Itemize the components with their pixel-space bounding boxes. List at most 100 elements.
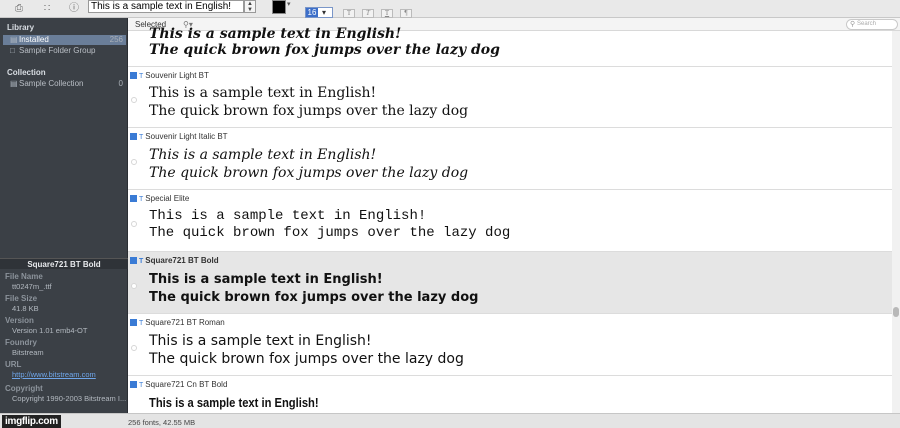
font-info-title: Square721 BT Bold (0, 258, 128, 269)
sample-line-1: This is a sample text in English! (149, 26, 402, 42)
sample-line-1: This is a sample text in English! (149, 147, 377, 163)
font-size-select[interactable]: 16 ▾ (305, 7, 333, 18)
sidebar-item-sample-collection[interactable]: ▤Sample Collection 0 (3, 79, 126, 89)
windows-icon (130, 72, 137, 79)
windows-icon (130, 195, 137, 202)
url-link[interactable]: http://www.bitstream.com (12, 370, 126, 379)
grid-view-icon[interactable]: ∷ (40, 3, 54, 15)
sample-line-2: The quick brown fox jumps over the lazy … (149, 290, 479, 305)
list-icon: ▤ (10, 35, 18, 44)
search-icon: ⚲ (850, 21, 856, 28)
font-row-selected[interactable]: T Square721 BT Bold This is a sample text… (128, 252, 892, 314)
watermark: imgflip.com (2, 415, 61, 428)
toolbar: ⎙ ∷ ⓘ ▲▼ ▾ 16▾ T T T ¶ (0, 0, 900, 18)
underline-style-button[interactable]: T (381, 9, 393, 18)
status-bar: imgflip.com 256 fonts, 42.55 MB (0, 413, 900, 428)
truetype-icon: T (139, 382, 144, 389)
library-heading: Library (7, 23, 35, 32)
sample-line-2: The quick brown fox jumps over the lazy … (149, 165, 469, 181)
sidebar: Library ▤Installed 256 □ Sample Folder Gr… (0, 18, 128, 413)
font-name-label: Square721 Cn BT Bold (145, 380, 228, 389)
search-input[interactable]: ⚲ Search (846, 19, 898, 30)
chevron-down-icon: ▾ (321, 8, 326, 17)
sample-line-2: The quick brown fox jumps over the lazy … (149, 42, 500, 58)
windows-icon (130, 257, 137, 264)
collection-heading: Collection (7, 68, 46, 77)
sidebar-item-label: Sample Folder Group (19, 46, 96, 55)
version-value: Version 1.01 emb4-OT (12, 326, 88, 335)
sample-line-2: The quick brown fox jumps over the lazy … (149, 225, 511, 241)
file-name-label: File Name (5, 272, 43, 281)
sample-text-input[interactable] (88, 0, 244, 13)
sample-line-2: The quick brown fox jumps over the lazy … (149, 103, 469, 119)
sidebar-item-installed[interactable]: ▤Installed 256 (3, 35, 126, 45)
version-label: Version (5, 316, 34, 325)
truetype-icon: T (139, 196, 144, 203)
collection-icon: ▤ (10, 79, 18, 88)
plain-style-button[interactable]: T (343, 9, 355, 18)
activate-radio[interactable] (131, 221, 137, 227)
font-name-label: Souvenir Light Italic BT (145, 132, 228, 141)
font-name-label: Souvenir Light BT (145, 71, 209, 80)
sample-line-2: The quick brown fox jumps over the lazy … (149, 351, 464, 367)
font-name: T Square721 BT Bold (130, 256, 219, 265)
sample-line-1: This is a sample text in English! (149, 85, 377, 101)
truetype-icon: T (139, 258, 144, 265)
activate-radio[interactable] (131, 345, 137, 351)
activate-radio[interactable] (131, 283, 137, 289)
foundry-label: Foundry (5, 338, 37, 347)
copyright-label: Copyright (5, 384, 43, 393)
search-placeholder: Search (857, 21, 877, 27)
file-name-value: tt0247m_.ttf (12, 282, 52, 291)
sample-line-1: This is a sample text in English! (149, 395, 319, 410)
font-row[interactable]: This is a sample text in English! The qu… (128, 26, 892, 67)
sample-line-1: This is a sample text in English! (149, 272, 383, 287)
font-list-panel: Selected ⚲▾ ⚲ Search This is a sample te… (128, 18, 900, 413)
font-name: T Souvenir Light BT (130, 71, 209, 80)
windows-icon (130, 319, 137, 326)
sidebar-item-count: 0 (118, 79, 123, 88)
font-name-label: Square721 BT Roman (145, 318, 225, 327)
color-dropdown-icon[interactable]: ▾ (287, 0, 291, 8)
font-name: T Souvenir Light Italic BT (130, 132, 228, 141)
sidebar-item-label: Sample Collection (19, 79, 84, 88)
sidebar-item-sample-folder-group[interactable]: □ Sample Folder Group (3, 46, 126, 56)
font-size-value: 16 (306, 8, 318, 17)
font-name: T Special Elite (130, 194, 189, 203)
font-name-label: Square721 BT Bold (145, 256, 219, 265)
sidebar-item-label: Installed (19, 35, 49, 44)
print-icon[interactable]: ⎙ (12, 3, 26, 15)
copyright-value: Copyright 1990-2003 Bitstream I... (12, 394, 126, 403)
italic-style-button[interactable]: T (362, 9, 374, 18)
truetype-icon: T (139, 134, 144, 141)
foundry-value: Bitstream (12, 348, 44, 357)
info-icon[interactable]: ⓘ (67, 3, 81, 15)
url-label: URL (5, 360, 22, 369)
font-row[interactable]: T Souvenir Light Italic BT This is a samp… (128, 128, 892, 190)
sample-text-stepper[interactable]: ▲ ▼ (244, 0, 256, 13)
paragraph-style-button[interactable]: ¶ (400, 9, 412, 18)
font-count-status: 256 fonts, 42.55 MB (128, 418, 196, 427)
font-row[interactable]: T Special Elite This is a sample text in … (128, 190, 892, 252)
font-row[interactable]: T Square721 Cn BT Bold This is a sample t… (128, 376, 892, 413)
text-color-swatch[interactable] (272, 0, 286, 14)
windows-icon (130, 381, 137, 388)
vertical-scrollbar[interactable] (892, 31, 900, 413)
font-name-label: Special Elite (145, 194, 190, 203)
truetype-icon: T (139, 320, 144, 327)
font-name: T Square721 BT Roman (130, 318, 225, 327)
truetype-icon: T (139, 73, 144, 80)
activate-radio[interactable] (131, 159, 137, 165)
sample-line-1: This is a sample text in English! (149, 333, 372, 349)
file-size-label: File Size (5, 294, 38, 303)
font-name: T Square721 Cn BT Bold (130, 380, 227, 389)
activate-radio[interactable] (131, 97, 137, 103)
font-row[interactable]: T Souvenir Light BT This is a sample text… (128, 67, 892, 128)
sidebar-item-count: 256 (109, 35, 123, 44)
folder-icon: □ (10, 46, 15, 55)
scrollbar-thumb[interactable] (893, 307, 899, 317)
windows-icon (130, 133, 137, 140)
file-size-value: 41.8 KB (12, 304, 39, 313)
sample-line-1: This is a sample text in English! (149, 208, 427, 224)
font-row[interactable]: T Square721 BT Roman This is a sample tex… (128, 314, 892, 376)
